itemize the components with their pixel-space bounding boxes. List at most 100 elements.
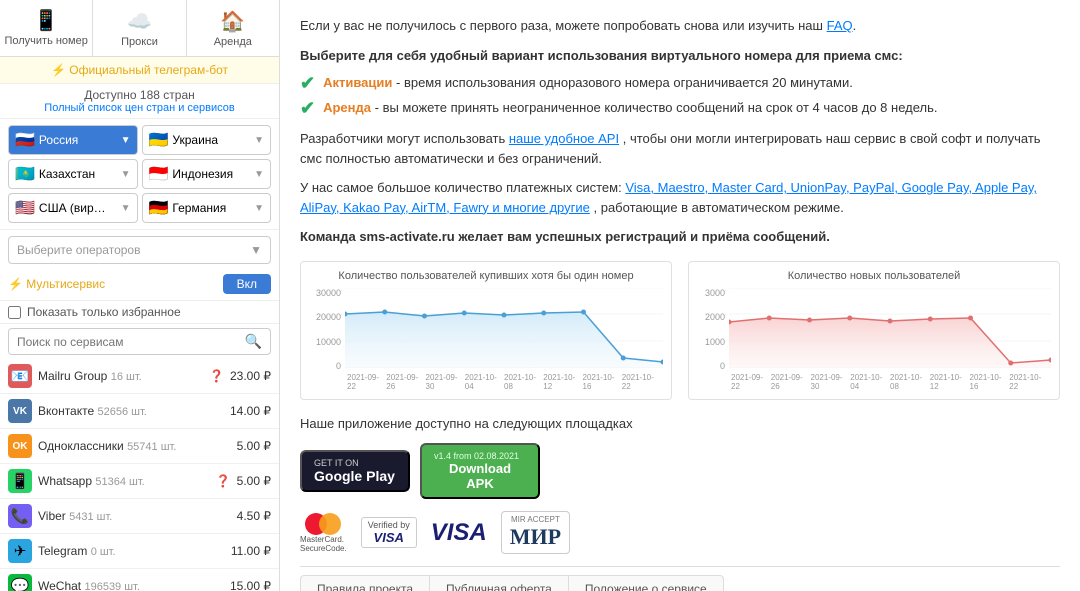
chart1-x-labels: 2021-09-22 2021-09-26 2021-09-30 2021-10… <box>345 373 663 391</box>
footer-tab-service[interactable]: Положение о сервисе <box>568 575 724 591</box>
chart2-title: Количество новых пользователей <box>697 270 1051 282</box>
intro-text: Если у вас не получилось с первого раза,… <box>300 18 827 33</box>
indonesia-chevron: ▼ <box>254 169 264 180</box>
nav-proxy[interactable]: ☁️ Прокси <box>93 0 186 56</box>
available-countries: Доступно 188 стран Полный список цен стр… <box>0 84 279 119</box>
rent-icon: 🏠 <box>220 9 245 34</box>
app-section-title: Наше приложение доступно на следующих пл… <box>300 414 1060 434</box>
check-icon-2: ✔ <box>300 98 315 119</box>
favorites-row: Показать только избранное <box>0 301 279 324</box>
kazakhstan-flag: 🇰🇿 <box>15 164 35 184</box>
list-item[interactable]: ✈ Telegram 0 шт. 11.00 ₽ <box>0 534 279 569</box>
mailru-price: 23.00 ₽ <box>230 369 271 383</box>
verified-by-visa-badge: Verified by VISA <box>361 517 417 548</box>
apk-download-button[interactable]: v1.4 from 02.08.2021 Download APK <box>420 443 540 499</box>
check-icon-1: ✔ <box>300 73 315 94</box>
viber-icon: 📞 <box>8 504 32 528</box>
ok-icon: OK <box>8 434 32 458</box>
wechat-name: WeChat 196539 шт. <box>38 579 224 591</box>
service-list: 📧 Mailru Group 16 шт. ❓ 23.00 ₽ VK Вконт… <box>0 359 279 591</box>
indonesia-flag: 🇮🇩 <box>149 164 169 184</box>
country-ukraine[interactable]: 🇺🇦 Украина ▼ <box>142 125 272 155</box>
payment-paragraph: У нас самое большое количество платежных… <box>300 178 1060 217</box>
whatsapp-price: 5.00 ₽ <box>237 474 271 488</box>
footer-tabs: Правила проекта Публичная оферта Положен… <box>300 566 1060 591</box>
list-item[interactable]: 📧 Mailru Group 16 шт. ❓ 23.00 ₽ <box>0 359 279 394</box>
rent-text: Аренда - вы можете принять неограниченно… <box>323 100 937 115</box>
chart1-svg <box>345 288 663 368</box>
kazakhstan-chevron: ▼ <box>121 169 131 180</box>
google-play-button[interactable]: GET IT ON Google Play <box>300 450 410 492</box>
kazakhstan-label: Казахстан <box>39 167 95 181</box>
charts-section: Количество пользователей купивших хотя б… <box>300 261 1060 400</box>
ukraine-chevron: ▼ <box>254 135 264 146</box>
activation-list: ✔ Активации - время использования однора… <box>300 75 1060 119</box>
google-play-get-it: GET IT ON <box>314 458 359 468</box>
mc-orange-circle <box>319 513 341 535</box>
country-germany[interactable]: 🇩🇪 Германия ▼ <box>142 193 272 223</box>
intro-paragraph: Если у вас не получилось с первого раза,… <box>300 16 1060 36</box>
faq-link[interactable]: FAQ <box>827 18 853 33</box>
app-section: Наше приложение доступно на следующих пл… <box>300 414 1060 591</box>
mailru-help[interactable]: ❓ <box>209 369 224 383</box>
country-indonesia[interactable]: 🇮🇩 Индонезия ▼ <box>142 159 272 189</box>
list-item[interactable]: 💬 WeChat 196539 шт. 15.00 ₽ <box>0 569 279 591</box>
ukraine-label: Украина <box>172 133 218 147</box>
country-usa[interactable]: 🇺🇸 США (вир… ▼ <box>8 193 138 223</box>
chart1-y-low: 10000 <box>309 337 341 347</box>
country-russia[interactable]: 🇷🇺 Россия ▼ <box>8 125 138 155</box>
activation-desc: - время использования одноразового номер… <box>396 75 853 90</box>
operator-placeholder: Выберите операторов <box>17 243 140 257</box>
whatsapp-icon: 📱 <box>8 469 32 493</box>
telegram-price: 11.00 ₽ <box>231 544 271 558</box>
team-text: Команда sms-activate.ru желает вам успеш… <box>300 227 1060 247</box>
footer-tab-offer[interactable]: Публичная оферта <box>429 575 569 591</box>
rent-desc: - вы можете принять неограниченное колич… <box>375 100 938 115</box>
whatsapp-help[interactable]: ❓ <box>216 474 231 488</box>
nav-get-number[interactable]: 📱 Получить номер <box>0 0 93 56</box>
chart-new-users: Количество новых пользователей 3000 2000… <box>688 261 1060 400</box>
multiservice-toggle[interactable]: Вкл <box>223 274 271 294</box>
operator-chevron: ▼ <box>250 243 262 257</box>
search-input[interactable] <box>9 330 237 354</box>
russia-label: Россия <box>39 133 78 147</box>
google-play-name: Google Play <box>314 468 395 484</box>
mastercard-label: MasterCard.SecureCode. <box>300 535 347 553</box>
operator-select[interactable]: Выберите операторов ▼ <box>8 236 271 264</box>
multiservice-label: ⚡ Мультисервис <box>8 277 105 291</box>
multiservice-row: ⚡ Мультисервис Вкл <box>0 270 279 301</box>
api-link[interactable]: наше удобное API <box>509 131 619 146</box>
mastercard-badge: MasterCard.SecureCode. <box>300 513 347 553</box>
dev-text-1: Разработчики могут использовать <box>300 131 505 146</box>
chart-users-bought: Количество пользователей купивших хотя б… <box>300 261 672 400</box>
list-item[interactable]: OK Одноклассники 55741 шт. 5.00 ₽ <box>0 429 279 464</box>
mir-logo-text: МИР <box>510 524 561 550</box>
russia-chevron: ▼ <box>121 135 131 146</box>
chart2-y-low: 1000 <box>697 337 725 347</box>
wechat-icon: 💬 <box>8 574 32 591</box>
mir-accept-label: MIR ACCEPT <box>511 515 560 524</box>
telegram-bot-banner[interactable]: ⚡ Официальный телеграм-бот <box>0 57 279 84</box>
whatsapp-name: Whatsapp 51364 шт. <box>38 474 208 488</box>
favorites-label[interactable]: Показать только избранное <box>27 305 181 319</box>
mailru-icon: 📧 <box>8 364 32 388</box>
list-item[interactable]: 📱 Whatsapp 51364 шт. ❓ 5.00 ₽ <box>0 464 279 499</box>
list-item[interactable]: 📞 Viber 5431 шт. 4.50 ₽ <box>0 499 279 534</box>
mailru-name: Mailru Group 16 шт. <box>38 369 201 383</box>
visa-verified-text: VISA <box>374 530 404 545</box>
chart2-y-0: 0 <box>697 361 725 371</box>
list-item[interactable]: VK Вконтакте 52656 шт. 14.00 ₽ <box>0 394 279 429</box>
choose-title-text: Выберите для себя удобный вариант исполь… <box>300 48 903 63</box>
full-list-link[interactable]: Полный список цен стран и сервисов <box>8 102 271 114</box>
favorites-checkbox[interactable] <box>8 306 21 319</box>
nav-rent[interactable]: 🏠 Аренда <box>187 0 279 56</box>
proxy-icon: ☁️ <box>127 9 152 34</box>
search-button[interactable]: 🔍 <box>237 329 270 354</box>
nav-get-number-label: Получить номер <box>4 35 87 48</box>
country-kazakhstan[interactable]: 🇰🇿 Казахстан ▼ <box>8 159 138 189</box>
ok-name: Одноклассники 55741 шт. <box>38 439 231 453</box>
vk-icon: VK <box>8 399 32 423</box>
chart1-y-0: 0 <box>309 361 341 371</box>
footer-tab-rules[interactable]: Правила проекта <box>300 575 430 591</box>
top-nav: 📱 Получить номер ☁️ Прокси 🏠 Аренда <box>0 0 279 57</box>
